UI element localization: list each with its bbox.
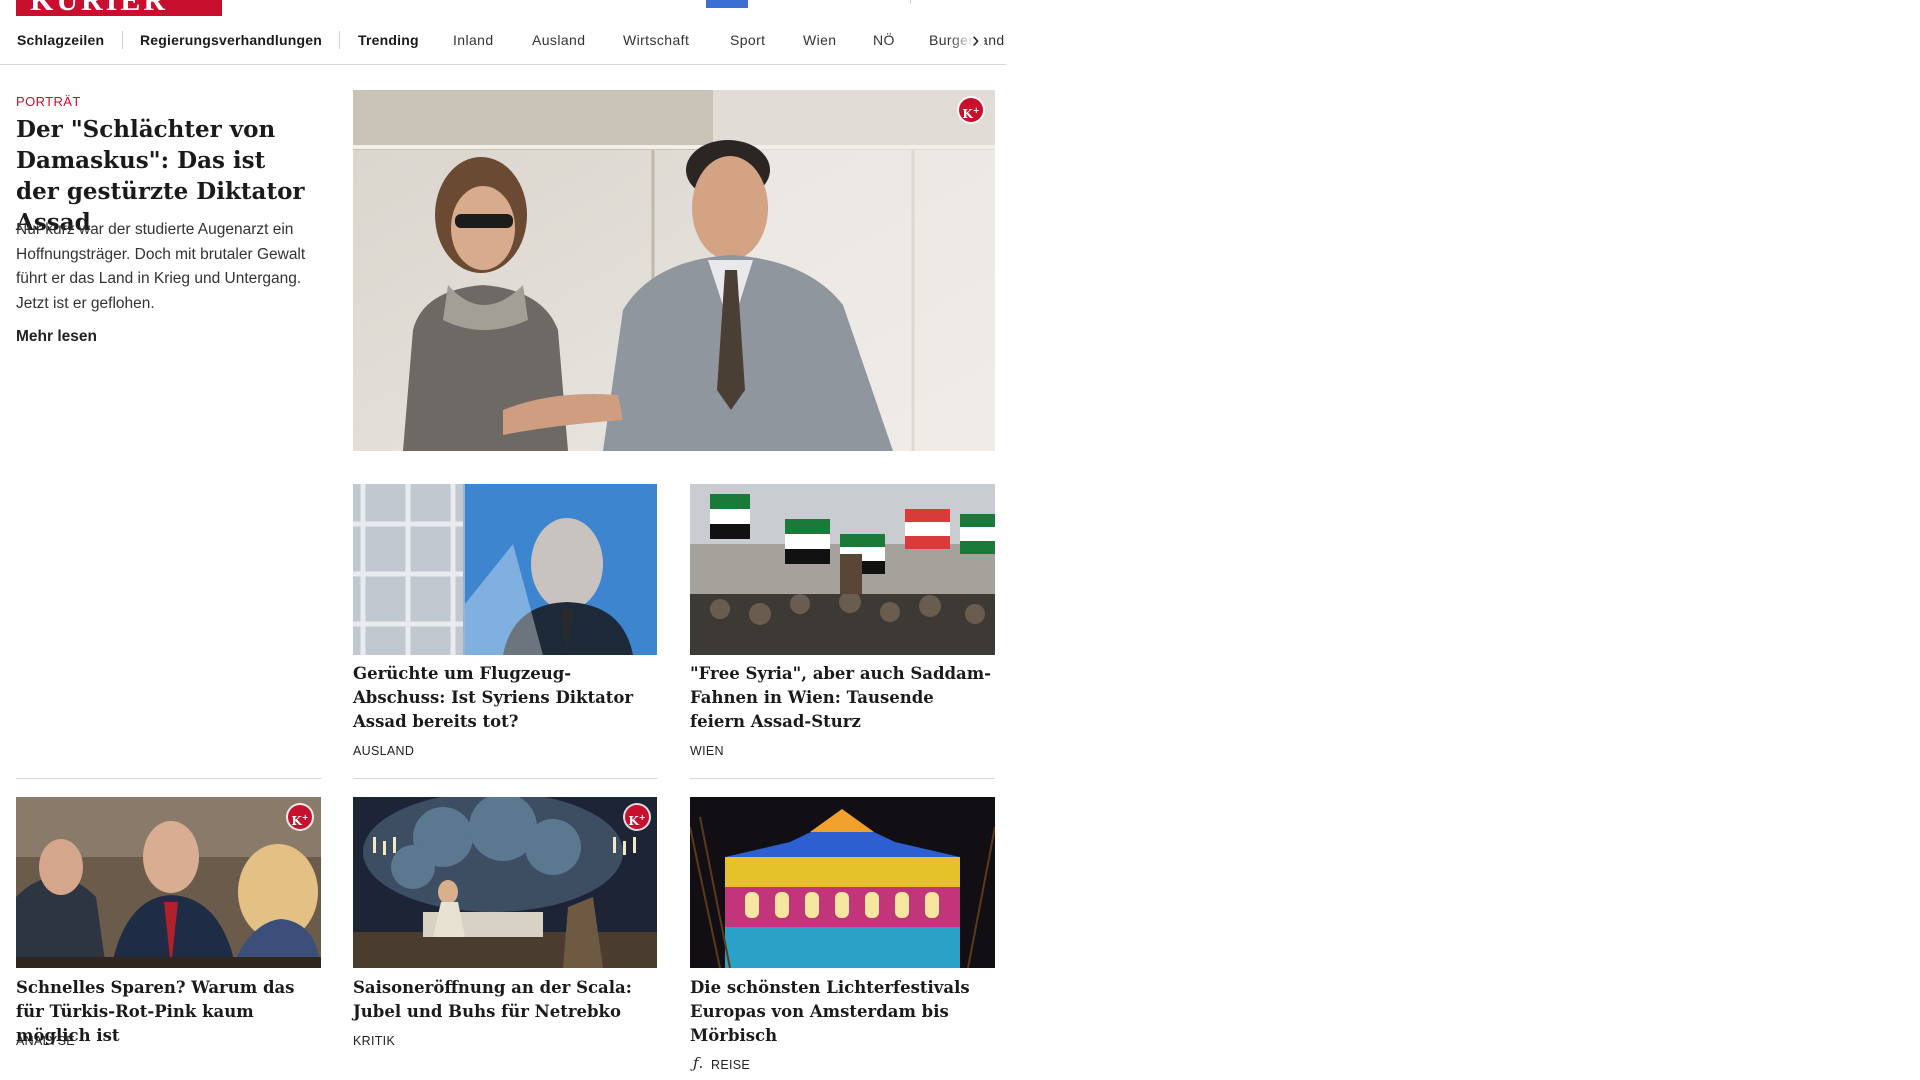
card-category-3[interactable]: Analyse: [16, 1034, 75, 1048]
card-image-5[interactable]: [690, 797, 995, 968]
lead-teaser: Nur kurz war der studierte Augenarzt ein…: [16, 221, 306, 312]
card-headline-5[interactable]: Die schönsten Lichterfestivals Eu­ropas …: [690, 976, 994, 1048]
card-image-1[interactable]: [353, 484, 657, 655]
card-image-4-illustration: [353, 797, 657, 968]
nav-item-wien[interactable]: Wien: [803, 32, 837, 48]
nav-separator: [122, 31, 123, 49]
card-image-5-illustration: [690, 797, 995, 968]
card-headline-1[interactable]: Gerüchte um Flugzeug-Abschuss: Ist Syrie…: [353, 662, 657, 734]
card-image-2[interactable]: [690, 484, 995, 655]
nav-item-schlagzeilen[interactable]: Schlagzeilen: [17, 32, 104, 48]
premium-badge: K+: [625, 805, 649, 829]
card-image-1-illustration: [353, 484, 657, 655]
lead-photo[interactable]: K+: [353, 90, 995, 451]
card-category-5[interactable]: Reise: [711, 1058, 750, 1072]
nav-item-inland[interactable]: Inland: [453, 32, 494, 48]
card-category-2[interactable]: Wien: [690, 744, 724, 758]
read-more-link[interactable]: Mehr lesen: [16, 328, 97, 346]
lead-photo-illustration: [353, 90, 995, 451]
nav-separator: [339, 31, 340, 49]
nav-item-sport[interactable]: Sport: [730, 32, 765, 48]
top-accent-bar: [706, 0, 748, 8]
nav-item-noe[interactable]: NÖ: [873, 32, 895, 48]
card-image-3[interactable]: K+: [16, 797, 321, 968]
kurier-logo[interactable]: KURIER: [16, 0, 222, 16]
italic-f-icon: ƒ.: [693, 1054, 704, 1072]
card-category-4[interactable]: Kritik: [353, 1034, 395, 1048]
lead-kicker: Porträt: [16, 94, 81, 109]
nav-item-wirtschaft[interactable]: Wirtschaft: [623, 32, 689, 48]
premium-badge: K+: [959, 98, 983, 122]
card-image-2-illustration: [690, 484, 995, 655]
nav-item-ausland[interactable]: Ausland: [532, 32, 585, 48]
row-divider: [16, 778, 321, 779]
nav-item-regierungsverhandlungen[interactable]: Regierungsverhandlungen: [140, 32, 322, 48]
card-image-3-illustration: [16, 797, 321, 968]
card-headline-2[interactable]: "Free Syria", aber auch Saddam-Fahnen in…: [690, 662, 994, 734]
row-divider: [353, 778, 657, 779]
top-divider: [910, 0, 911, 4]
card-category-1[interactable]: Ausland: [353, 744, 414, 758]
card-image-4[interactable]: K+: [353, 797, 657, 968]
nav-item-trending[interactable]: Trending: [358, 32, 419, 48]
section-nav: Schlagzeilen Regierungsverhandlungen Tre…: [0, 24, 1006, 65]
premium-badge: K+: [288, 805, 312, 829]
row-divider: [690, 778, 995, 779]
card-headline-4[interactable]: Saisoneröffnung an der Scala: Ju­bel und…: [353, 976, 657, 1024]
chevron-right-icon[interactable]: ›: [972, 28, 979, 52]
